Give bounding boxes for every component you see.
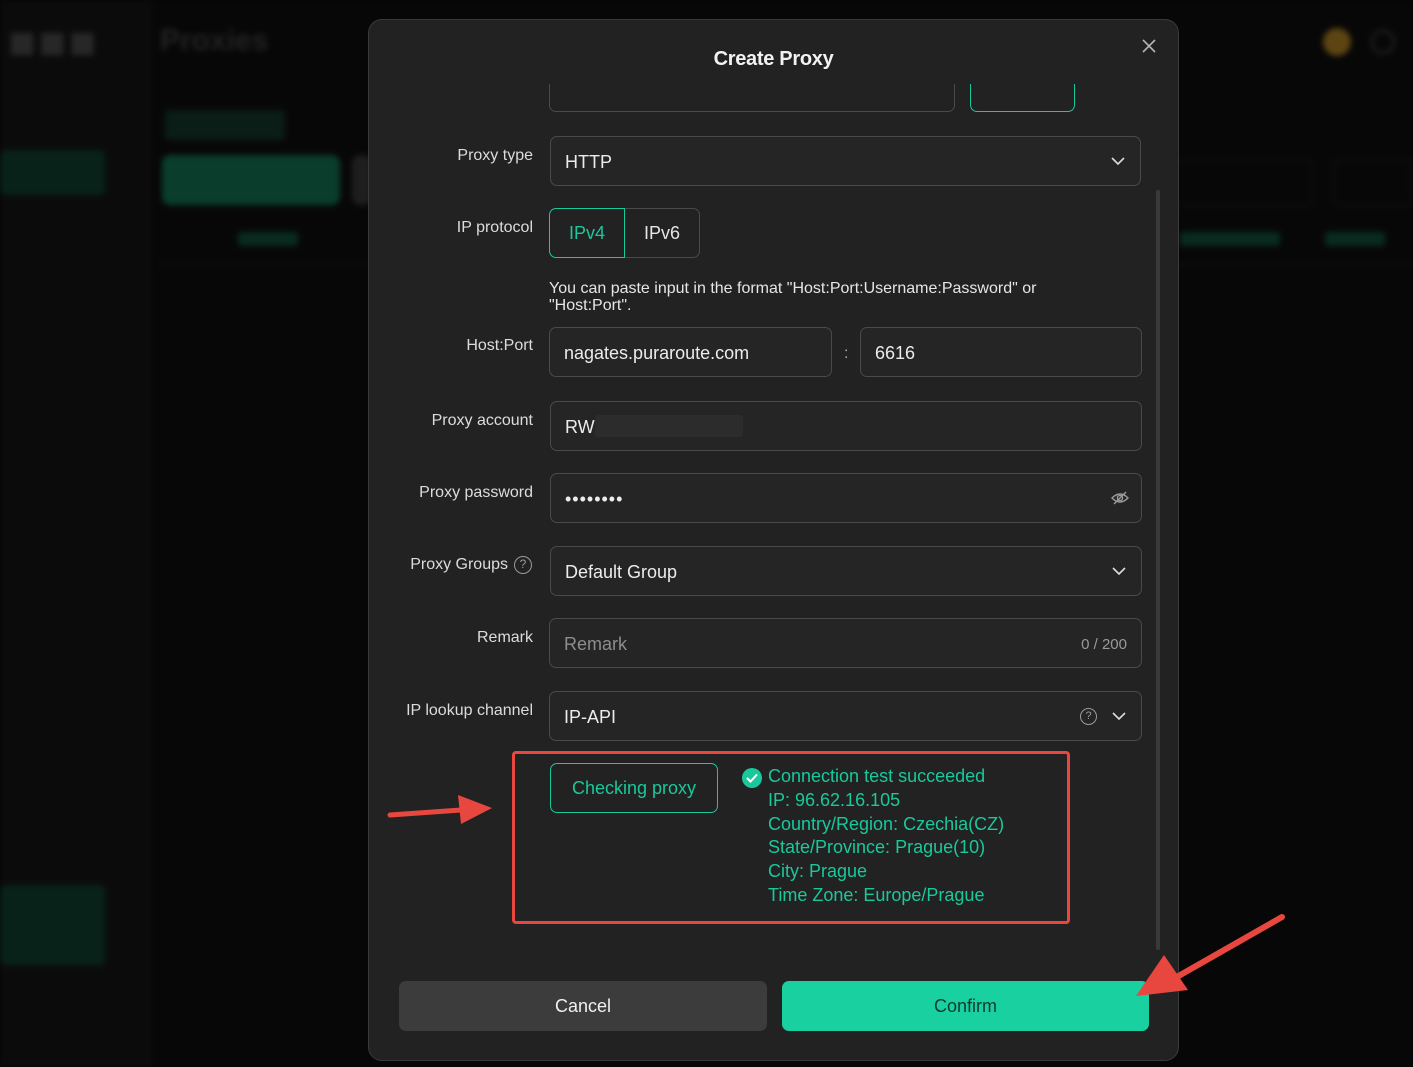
proxy-password-input[interactable]: •••••••• [550,473,1142,523]
bg-search-icon [1371,30,1395,54]
port-value: 6616 [875,343,916,363]
ip-protocol-label: IP protocol [456,219,533,236]
bg-logo: ◼◼◼ [8,23,99,61]
partial-button[interactable] [970,84,1075,112]
proxy-groups-value: Default Group [565,562,678,582]
host-value: nagates.puraroute.com [564,343,750,363]
remark-label: Remark [476,629,533,646]
result-country: Country/Region: Czechia(CZ) [768,813,1005,834]
help-icon[interactable]: ? [1080,708,1097,725]
result-timezone: Time Zone: Europe/Prague [768,884,985,905]
cancel-button[interactable]: Cancel [399,981,767,1031]
result-city: City: Prague [768,861,868,882]
proxy-account-input[interactable]: RW [550,401,1142,451]
proxy-type-label: Proxy type [457,147,533,164]
proxy-groups-label-text: Proxy Groups [410,556,508,573]
bg-tab [165,110,285,140]
ipv6-option[interactable]: IPv6 [625,208,700,258]
chevron-down-icon [1111,708,1127,724]
result-status: Connection test succeeded [768,766,986,786]
bg-page-title: Proxies [160,24,269,57]
partial-input[interactable] [549,84,955,112]
annotation-arrow-left [387,795,492,824]
modal-title: Create Proxy [713,48,834,70]
check-proxy-button[interactable]: Checking proxy [550,763,718,813]
ip-lookup-value: IP-API [564,707,617,727]
ip-protocol-toggle: IPv4 IPv6 [549,208,700,258]
bg-filter-select [1333,160,1413,206]
close-icon[interactable] [1141,38,1157,54]
chevron-down-icon [1111,563,1127,579]
eye-off-icon[interactable] [1111,490,1129,511]
host-input[interactable]: nagates.puraroute.com [549,327,832,377]
result-ip: IP: 96.62.16.105 [768,789,901,810]
port-input[interactable]: 6616 [860,327,1142,377]
ip-lookup-select[interactable]: IP-API ? [549,691,1142,741]
remark-counter: 0 / 200 [1081,636,1127,653]
result-state: State/Province: Prague(10) [768,837,986,858]
annotation-arrow-right [1136,914,1285,996]
host-port-label: Host:Port [466,337,533,354]
ip-lookup-label: IP lookup channel [406,702,533,719]
modal-scrollbar[interactable] [1156,190,1160,950]
bg-header-cell [1180,232,1280,246]
connection-result: Connection test succeeded IP: 96.62.16.1… [742,765,1004,908]
proxy-password-value: •••••••• [565,489,624,509]
bg-header-cell [238,232,298,246]
bg-add-button [162,155,340,205]
remark-input[interactable]: Remark 0 / 200 [549,618,1142,668]
chevron-down-icon [1110,153,1126,169]
bg-header-cell [1325,232,1385,246]
bg-avatar [1323,28,1351,56]
proxy-type-select[interactable]: HTTP [550,136,1141,186]
create-proxy-modal: Create Proxy Proxy type HTTP IP protocol… [368,19,1179,1061]
check-circle-icon [742,768,762,788]
bg-sidebar-promo [0,885,105,965]
proxy-account-label: Proxy account [431,412,533,429]
proxy-type-value: HTTP [565,152,612,172]
ipv4-option[interactable]: IPv4 [549,208,625,258]
scrolled-out-row [369,84,1178,124]
help-icon[interactable]: ? [514,556,532,574]
bg-sidebar-active-item [0,150,105,195]
remark-placeholder: Remark [564,634,628,654]
paste-format-hint: You can paste input in the format "Host:… [549,280,1037,314]
proxy-account-value: RW [565,417,595,437]
proxy-groups-select[interactable]: Default Group [550,546,1142,596]
confirm-button[interactable]: Confirm [782,981,1149,1031]
redacted-area [595,415,743,437]
proxy-groups-label: Proxy Groups? [410,556,532,574]
bg-sidebar: ◼◼◼ [0,0,150,1067]
proxy-password-label: Proxy password [419,484,533,501]
host-port-separator: : [844,345,849,362]
